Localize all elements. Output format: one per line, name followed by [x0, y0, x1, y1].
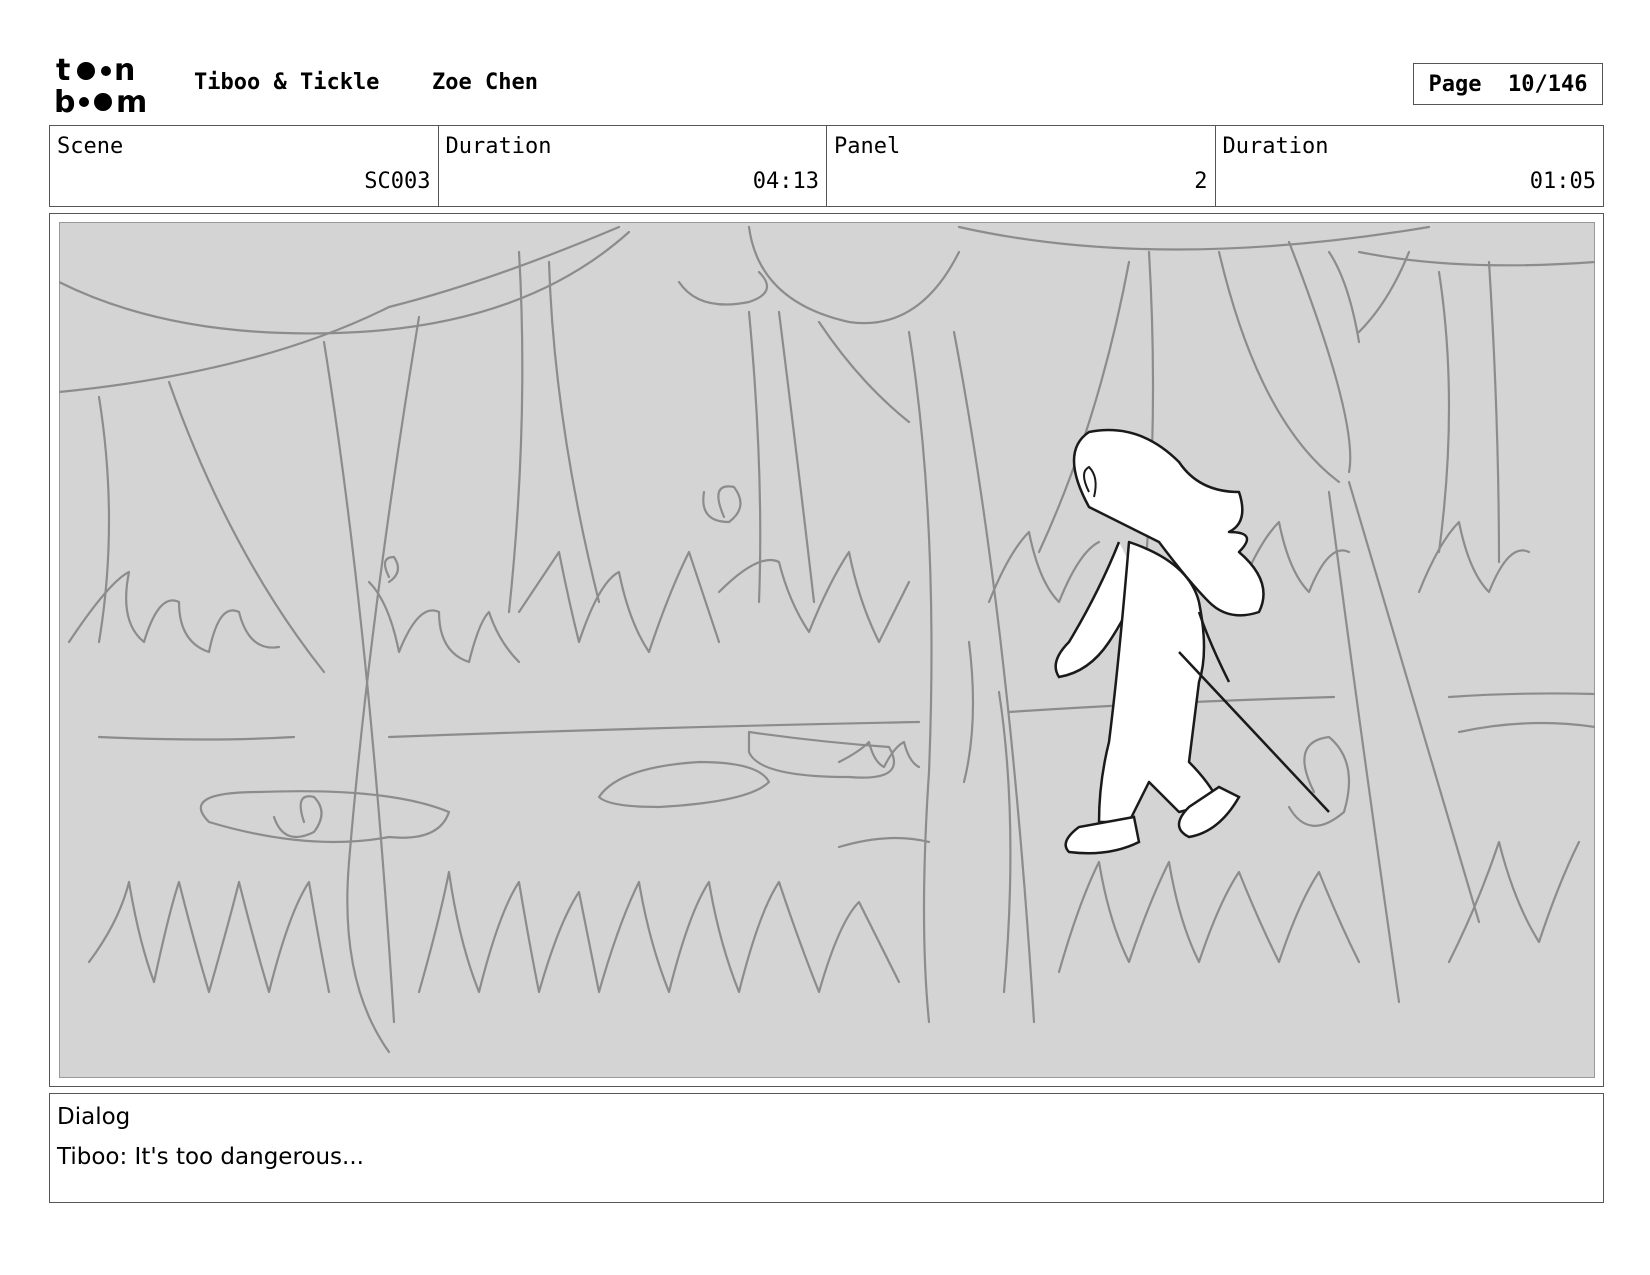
project-title: Tiboo & Tickle [194, 70, 380, 95]
page-label: Page [1428, 71, 1482, 97]
svg-text:n: n [114, 54, 135, 88]
panel-value: 2 [1194, 169, 1208, 194]
panel-duration-cell: Duration 01:05 [1216, 126, 1604, 206]
scene-duration-label: Duration [445, 134, 552, 159]
scene-label: Scene [57, 134, 124, 159]
scene-info-row: Scene SC003 Duration 04:13 Panel 2 Durat… [49, 125, 1604, 207]
dialog-label: Dialog [57, 1104, 131, 1130]
page-indicator: Page 10/146 [1413, 63, 1603, 105]
scene-value: SC003 [364, 169, 431, 194]
storyboard-panel-frame [49, 213, 1604, 1087]
storyboard-panel-image [59, 222, 1595, 1078]
panel-label: Panel [834, 134, 901, 159]
svg-text:b: b [54, 85, 75, 116]
scene-duration-cell: Duration 04:13 [439, 126, 827, 206]
toon-boom-logo: t n b m [54, 54, 147, 116]
svg-text:m: m [116, 85, 147, 116]
page-number: 10/146 [1508, 71, 1588, 97]
panel-cell: Panel 2 [827, 126, 1216, 206]
scene-cell: Scene SC003 [50, 126, 439, 206]
dialog-text: Tiboo: It's too dangerous... [57, 1144, 364, 1170]
scene-duration-value: 04:13 [752, 169, 819, 194]
svg-text:t: t [56, 54, 70, 88]
panel-background [59, 222, 1595, 1078]
dialog-box: Dialog Tiboo: It's too dangerous... [49, 1093, 1604, 1203]
panel-duration-value: 01:05 [1529, 169, 1596, 194]
author-name: Zoe Chen [432, 70, 538, 95]
panel-duration-label: Duration [1222, 134, 1329, 159]
